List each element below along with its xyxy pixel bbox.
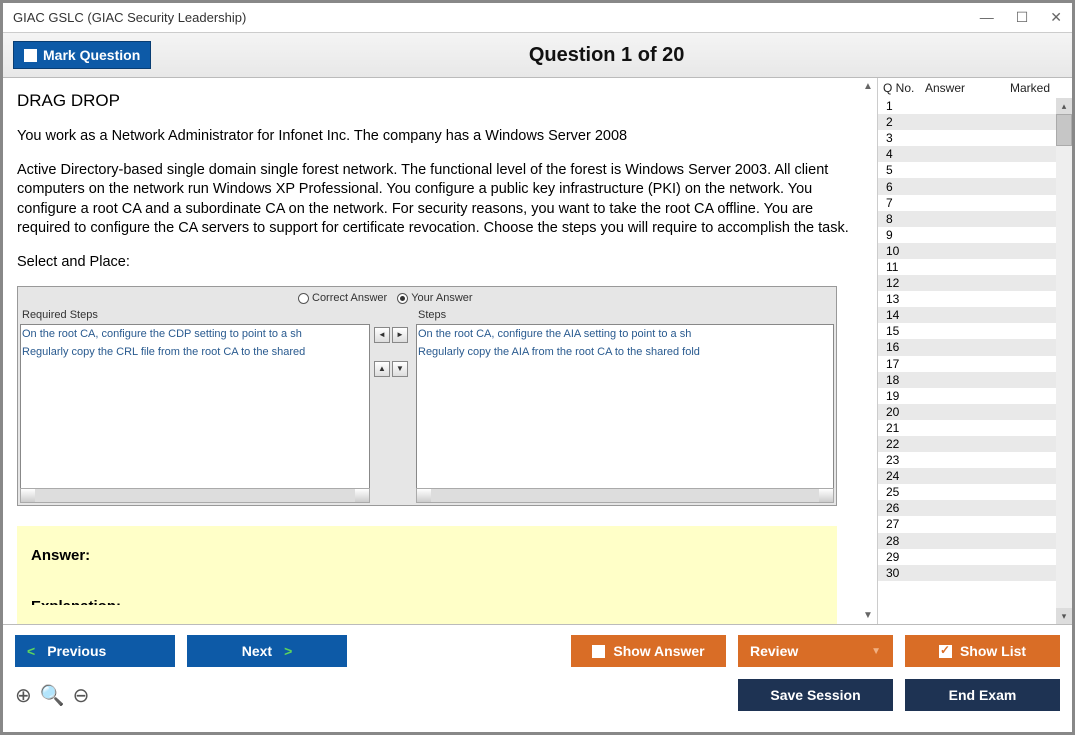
minimize-icon[interactable]: — <box>980 9 994 26</box>
list-item[interactable]: On the root CA, configure the CDP settin… <box>22 326 368 344</box>
zoom-controls: ⊕ 🔍 ⊖ <box>15 683 89 708</box>
question-list-row[interactable]: 24 <box>878 468 1072 484</box>
question-list-row[interactable]: 9 <box>878 227 1072 243</box>
question-list-row[interactable]: 10 <box>878 243 1072 259</box>
required-steps-title: Required Steps <box>20 307 370 324</box>
content-scrollbar[interactable]: ▲ ▼ <box>861 78 877 624</box>
header: Mark Question Question 1 of 20 <box>3 33 1072 78</box>
question-list-row[interactable]: 5 <box>878 162 1072 178</box>
question-list-row[interactable]: 1 <box>878 98 1072 114</box>
question-list-row[interactable]: 19 <box>878 388 1072 404</box>
answer-box: Answer: Explanation: <box>17 526 837 624</box>
window-controls: — ☐ ✕ <box>980 9 1062 26</box>
question-list-header: Q No. Answer Marked <box>878 78 1072 98</box>
maximize-icon[interactable]: ☐ <box>1016 9 1029 26</box>
question-list-row[interactable]: 6 <box>878 178 1072 194</box>
question-list-row[interactable]: 3 <box>878 130 1072 146</box>
list-item[interactable]: Regularly copy the CRL file from the roo… <box>22 344 368 362</box>
mark-question-label: Mark Question <box>43 47 140 63</box>
steps-title: Steps <box>416 307 834 324</box>
move-down-icon[interactable]: ▼ <box>392 361 408 377</box>
save-session-button[interactable]: Save Session <box>738 679 893 711</box>
move-left-icon[interactable]: ◄ <box>374 327 390 343</box>
question-list-row[interactable]: 15 <box>878 323 1072 339</box>
question-list-row[interactable]: 22 <box>878 436 1072 452</box>
checkbox-icon <box>24 49 37 62</box>
col-answer: Answer <box>925 81 993 95</box>
scroll-down-icon[interactable]: ▾ <box>1056 608 1072 624</box>
list-scrollbar[interactable]: ▴ ▾ <box>1056 98 1072 624</box>
scroll-up-icon[interactable]: ▲ <box>863 81 875 92</box>
list-item[interactable]: On the root CA, configure the AIA settin… <box>418 326 832 344</box>
footer: <Previous Next> Show Answer Review▼ Show… <box>3 624 1072 724</box>
end-exam-button[interactable]: End Exam <box>905 679 1060 711</box>
question-body: Active Directory-based single domain sin… <box>17 161 863 239</box>
correct-answer-radio[interactable]: Correct Answer <box>298 291 387 306</box>
chevron-right-icon: > <box>284 643 292 659</box>
question-list-row[interactable]: 23 <box>878 452 1072 468</box>
drag-drop-panel: Correct Answer Your Answer Required Step… <box>17 286 837 506</box>
your-answer-radio[interactable]: Your Answer <box>397 291 472 306</box>
required-steps-list[interactable]: On the root CA, configure the CDP settin… <box>20 324 370 489</box>
question-list[interactable]: 1234567891011121314151617181920212223242… <box>878 98 1072 624</box>
question-list-row[interactable]: 25 <box>878 484 1072 500</box>
move-up-icon[interactable]: ▲ <box>374 361 390 377</box>
question-list-row[interactable]: 4 <box>878 146 1072 162</box>
app-title: GIAC GSLC (GIAC Security Leadership) <box>13 10 246 25</box>
question-type: DRAG DROP <box>17 90 863 113</box>
chevron-down-icon: ▼ <box>871 646 881 657</box>
question-list-row[interactable]: 13 <box>878 291 1072 307</box>
review-button[interactable]: Review▼ <box>738 635 893 667</box>
zoom-in-icon[interactable]: ⊕ <box>15 683 32 708</box>
chevron-left-icon: < <box>27 643 35 659</box>
move-right-icon[interactable]: ► <box>392 327 408 343</box>
scroll-down-icon[interactable]: ▼ <box>863 610 875 621</box>
checkbox-checked-icon <box>939 645 952 658</box>
question-content: DRAG DROP You work as a Network Administ… <box>3 78 877 624</box>
list-item[interactable]: Regularly copy the AIA from the root CA … <box>418 344 832 362</box>
zoom-out-icon[interactable]: ⊖ <box>73 683 90 708</box>
question-counter: Question 1 of 20 <box>151 44 1062 67</box>
question-list-row[interactable]: 8 <box>878 211 1072 227</box>
mark-question-button[interactable]: Mark Question <box>13 41 151 69</box>
question-list-panel: Q No. Answer Marked 12345678910111213141… <box>877 78 1072 624</box>
scroll-up-icon[interactable]: ▴ <box>1056 98 1072 114</box>
question-list-row[interactable]: 20 <box>878 404 1072 420</box>
question-list-row[interactable]: 12 <box>878 275 1072 291</box>
h-scrollbar[interactable] <box>20 488 370 503</box>
col-qno: Q No. <box>883 81 925 95</box>
previous-button[interactable]: <Previous <box>15 635 175 667</box>
question-list-row[interactable]: 7 <box>878 195 1072 211</box>
question-list-row[interactable]: 17 <box>878 356 1072 372</box>
question-list-row[interactable]: 14 <box>878 307 1072 323</box>
question-list-row[interactable]: 30 <box>878 565 1072 581</box>
question-list-row[interactable]: 28 <box>878 533 1072 549</box>
col-marked: Marked <box>993 81 1067 95</box>
question-list-row[interactable]: 29 <box>878 549 1072 565</box>
explanation-label: Explanation: <box>31 597 823 605</box>
question-list-row[interactable]: 16 <box>878 339 1072 355</box>
move-buttons: ◄► ▲▼ <box>374 327 408 377</box>
zoom-reset-icon[interactable]: 🔍 <box>40 683 65 708</box>
question-list-row[interactable]: 2 <box>878 114 1072 130</box>
show-list-button[interactable]: Show List <box>905 635 1060 667</box>
question-list-row[interactable]: 26 <box>878 500 1072 516</box>
answer-label: Answer: <box>31 546 823 566</box>
checkbox-icon <box>592 645 605 658</box>
show-answer-button[interactable]: Show Answer <box>571 635 726 667</box>
next-button[interactable]: Next> <box>187 635 347 667</box>
question-list-row[interactable]: 27 <box>878 516 1072 532</box>
question-intro: You work as a Network Administrator for … <box>17 127 863 147</box>
steps-list[interactable]: On the root CA, configure the AIA settin… <box>416 324 834 489</box>
close-icon[interactable]: ✕ <box>1050 9 1062 26</box>
titlebar: GIAC GSLC (GIAC Security Leadership) — ☐… <box>3 3 1072 33</box>
scroll-thumb[interactable] <box>1056 114 1072 146</box>
select-place-label: Select and Place: <box>17 253 863 273</box>
question-list-row[interactable]: 11 <box>878 259 1072 275</box>
question-list-row[interactable]: 21 <box>878 420 1072 436</box>
h-scrollbar[interactable] <box>416 488 834 503</box>
question-list-row[interactable]: 18 <box>878 372 1072 388</box>
